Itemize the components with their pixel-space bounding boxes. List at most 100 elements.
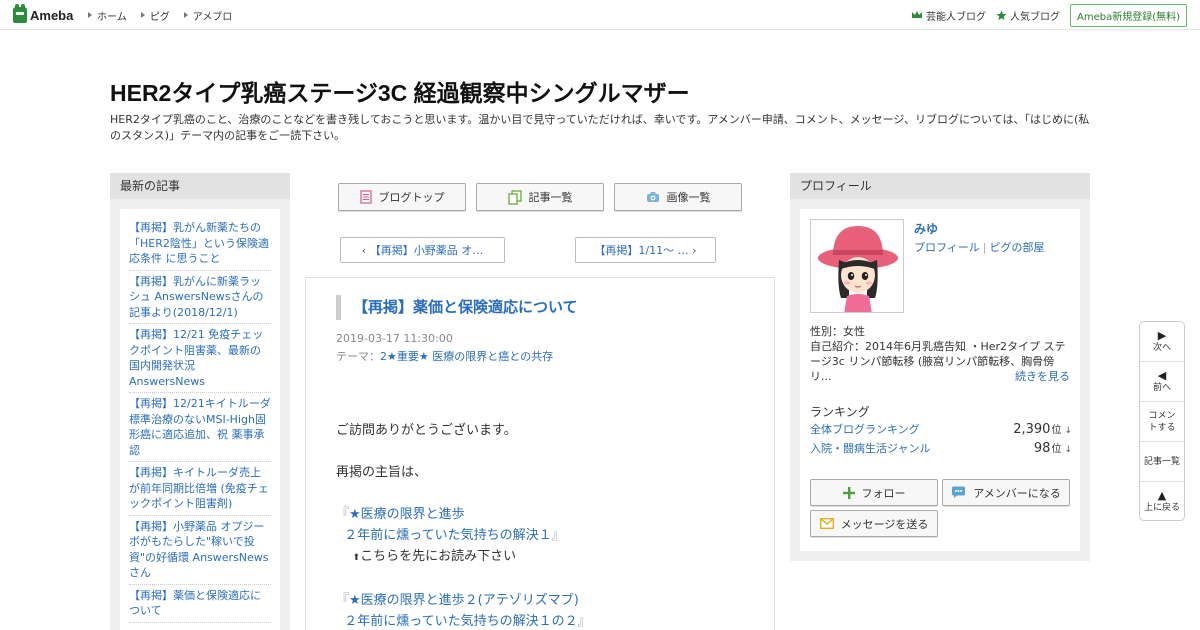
prev-article-button[interactable]: ‹ 【再掲】小野薬品 オ…: [340, 237, 505, 263]
follow-button[interactable]: フォロー: [810, 479, 938, 506]
nav-ameblo[interactable]: アメブロ: [183, 8, 232, 23]
up-arrow-icon: ⬆: [352, 553, 361, 563]
bracket-open: 『: [336, 507, 350, 522]
profile-name[interactable]: みゆ: [914, 220, 938, 237]
side-back-to-top-label: 上に戻る: [1143, 503, 1180, 513]
article-body: ご訪問ありがとうございます。 再掲の主旨は、 『★医療の限界と進歩 ２年前に燻っ…: [336, 420, 756, 630]
ranking-row-genre: 入院・闘病生活ジャンル 98位 ↓: [810, 440, 1072, 458]
next-article-label: 【再掲】1/11～ …: [594, 244, 689, 257]
list-item: 【再掲】乳がんに新薬ラッシュ AnswersNewsさんの記事より(2018/1…: [129, 271, 271, 324]
profile-link[interactable]: プロフィール: [914, 241, 980, 254]
list-item: 【再掲】12/21 免疫チェックポイント阻害薬、最新の国内開発状況 Answer…: [129, 324, 271, 393]
blog-top-button[interactable]: ブログトップ: [338, 183, 466, 211]
article: 【再掲】薬価と保険適応について 2019-03-17 11:30:00 テーマ：…: [305, 277, 775, 630]
link-text: ２年前に燻っていた気持ちの解決１: [344, 528, 552, 543]
nav-home[interactable]: ホーム: [88, 8, 127, 23]
article-link-2[interactable]: 『★医療の限界と進歩２(アテゾリズマブ): [336, 590, 756, 611]
nav-home-label: ホーム: [97, 11, 127, 23]
theme-link[interactable]: 2★重要★ 医療の限界と癌との共存: [380, 350, 553, 363]
pigg-room-link[interactable]: ピグの部屋: [990, 241, 1045, 254]
side-article-list-button[interactable]: 記事一覧: [1140, 442, 1184, 482]
side-back-to-top-button[interactable]: ▲ 上に戻る: [1140, 482, 1184, 522]
document-icon: [359, 190, 372, 204]
recent-article-link[interactable]: 【再掲】キイトルーダ売上が前年同期比倍増 (免疫チェックポイント阻害剤): [129, 466, 269, 510]
article-link-2-line2[interactable]: ２年前に燻っていた気持ちの解決１の２』: [336, 611, 756, 630]
blog-nav-buttons: ブログトップ 記事一覧 画像一覧: [338, 183, 742, 211]
recent-articles-panel: 最新の記事 【再掲】乳がん新薬たちの「HER2陰性」という保険適応条件 に思うこ…: [110, 173, 290, 630]
overall-ranking-value: 2,390位 ↓: [1013, 421, 1072, 437]
article-link-1[interactable]: 『★医療の限界と進歩: [336, 504, 756, 525]
paragraph: 再掲の主旨は、: [336, 465, 428, 480]
image-list-button[interactable]: 画像一覧: [614, 183, 742, 211]
blog-description: HER2タイプ乳癌のこと、治療のことなどを書き残しておこうと思います。温かい目で…: [110, 113, 1090, 142]
list-item: 【再掲】小野薬品 オプジーボがもたらした"稼いで投資"の好循環 AnswersN…: [129, 516, 271, 585]
link-text: ★医療の限界と進歩: [349, 507, 465, 522]
top-nav: ホーム ピグ アメブロ: [88, 0, 232, 30]
plus-icon: [842, 486, 855, 499]
play-left-icon: ◀: [1157, 368, 1167, 382]
copy-icon: [507, 189, 522, 205]
popular-blog-label: 人気ブログ: [1009, 11, 1060, 23]
blog-title[interactable]: HER2タイプ乳癌ステージ3C 経過観察中シングルマザー: [110, 74, 690, 108]
rank-number: 98: [1033, 441, 1051, 456]
ameba-logo[interactable]: Ameba: [13, 4, 73, 24]
celebrity-blog-link[interactable]: 芸能人ブログ: [911, 8, 986, 23]
list-item: 【再掲】キイトルーダ売上が前年同期比倍増 (免疫チェックポイント阻害剤): [129, 462, 271, 516]
list-item: 【再掲】12/21キイトルーダ標準治療のないMSI-High固形癌に適応追加、祝…: [129, 393, 271, 462]
image-list-label: 画像一覧: [666, 191, 711, 204]
article-list-button[interactable]: 記事一覧: [476, 183, 604, 211]
nav-pigg[interactable]: ピグ: [140, 8, 170, 23]
popular-blog-link[interactable]: 人気ブログ: [996, 8, 1060, 23]
read-first-note: ⬆こちらを先にお読み下さい: [336, 546, 756, 569]
send-message-button[interactable]: メッセージを送る: [810, 510, 938, 537]
article-link-1-line2[interactable]: ２年前に燻っていた気持ちの解決１』: [336, 525, 756, 546]
recent-article-link[interactable]: 【再掲】薬価と保険適応について: [129, 589, 261, 618]
next-article-button[interactable]: 【再掲】1/11～ … ›: [575, 237, 716, 263]
send-message-label: メッセージを送る: [840, 517, 929, 531]
theme-prefix: テーマ：: [336, 350, 380, 363]
separator: |: [982, 241, 987, 254]
list-item: 【再掲】乳がん新薬たちの「HER2陰性」という保険適応条件 に思うこと: [129, 217, 271, 271]
article-title[interactable]: 【再掲】薬価と保険適応について: [336, 295, 578, 320]
read-more-link[interactable]: 続きを見る: [1015, 368, 1070, 384]
ameba-logo-icon: [13, 4, 27, 23]
recent-article-link[interactable]: 【再掲】小野薬品 オプジーボがもたらした"稼いで投資"の好循環 AnswersN…: [129, 520, 269, 580]
triangle-right-icon: [88, 12, 92, 18]
nav-pigg-label: ピグ: [149, 11, 170, 23]
avatar[interactable]: [810, 219, 904, 313]
recent-article-link[interactable]: 【再掲】乳がんに新薬ラッシュ AnswersNewsさんの記事より(2018/1…: [129, 275, 263, 319]
overall-ranking-link[interactable]: 全体ブログランキング: [810, 421, 920, 437]
side-next-button[interactable]: ▶ 次へ: [1140, 322, 1184, 362]
triangle-up-icon: ▲: [1157, 489, 1167, 502]
link-text: ２年前に燻っていた気持ちの解決１の２: [344, 614, 578, 629]
recent-articles-heading: 最新の記事: [110, 173, 290, 199]
rank-down-icon: ↓: [1064, 445, 1072, 455]
side-floating-nav: ▶ 次へ ◀ 前へ コメントする 記事一覧 ▲ 上に戻る: [1139, 321, 1185, 521]
signup-button[interactable]: Ameba新規登録(無料): [1069, 3, 1187, 27]
top-bar: Ameba ホーム ピグ アメブロ 芸能人ブログ 人気ブログ Ameba新規登録…: [0, 0, 1200, 30]
list-item: 【再掲】薬価と保険適応について: [129, 585, 271, 623]
profile-links: プロフィール | ピグの部屋: [914, 239, 1045, 255]
amember-button[interactable]: アメンバーになる: [942, 479, 1070, 506]
side-comment-label: コメントする: [1148, 410, 1176, 433]
ranking-row-overall: 全体ブログランキング 2,390位 ↓: [810, 421, 1072, 439]
side-comment-button[interactable]: コメントする: [1140, 402, 1184, 442]
star-icon: [996, 10, 1007, 20]
amember-label: アメンバーになる: [973, 486, 1061, 500]
link-text: ★医療の限界と進歩２(アテゾリズマブ): [349, 593, 579, 608]
bracket-close: 』: [551, 528, 565, 543]
article-list-label: 記事一覧: [528, 191, 573, 204]
speech-bubble-icon: [952, 486, 966, 498]
recent-article-link[interactable]: 【再掲】12/21 免疫チェックポイント阻害薬、最新の国内開発状況 Answer…: [129, 328, 263, 388]
note-text: こちらを先にお読み下さい: [360, 549, 517, 564]
recent-article-link[interactable]: 【再掲】乳がん新薬たちの「HER2陰性」という保険適応条件 に思うこと: [129, 221, 269, 265]
side-prev-button[interactable]: ◀ 前へ: [1140, 362, 1184, 402]
chevron-left-icon: ‹: [361, 243, 367, 257]
recent-article-link[interactable]: 【再掲】12/21キイトルーダ標準治療のないMSI-High固形癌に適応追加、祝…: [129, 397, 271, 457]
genre-ranking-link[interactable]: 入院・闘病生活ジャンル: [810, 440, 930, 456]
side-next-label: 次へ: [1152, 342, 1171, 353]
triangle-right-icon: [183, 12, 188, 18]
rank-unit: 位: [1051, 444, 1062, 455]
bracket-open: 『: [336, 593, 350, 608]
side-article-list-label: 記事一覧: [1143, 456, 1180, 467]
